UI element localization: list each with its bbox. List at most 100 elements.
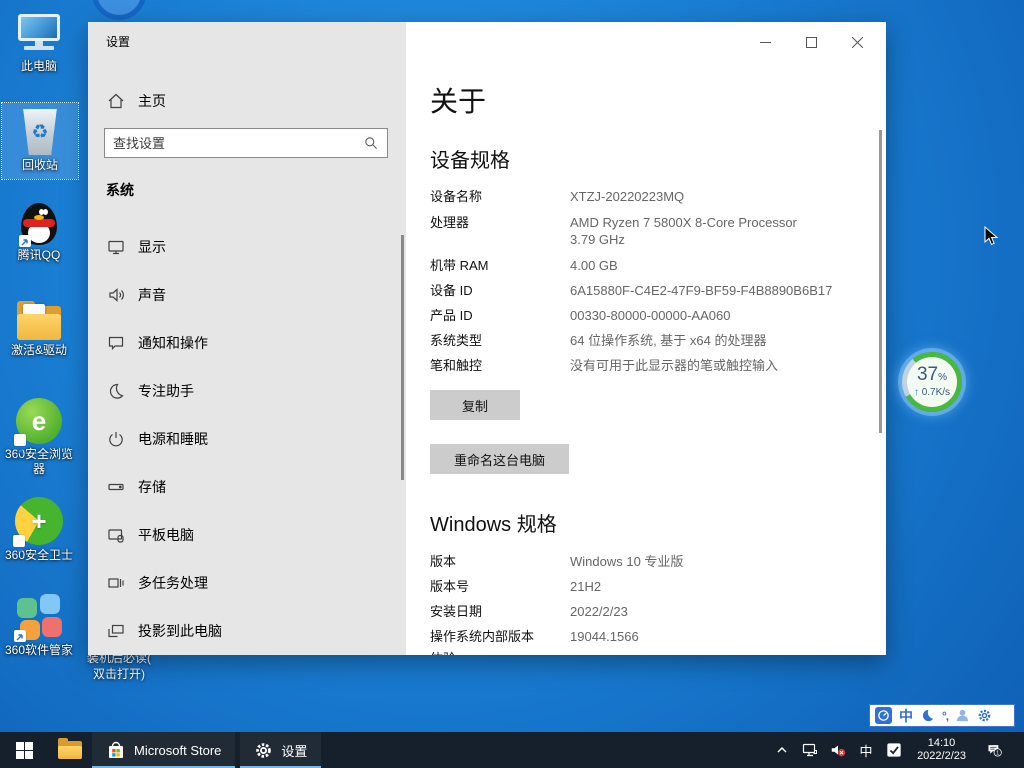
clipped-next-row: 体验 [430, 648, 456, 655]
desktop-icon-this-pc[interactable]: 此电脑 [1, 14, 77, 74]
spec-row-os-build: 操作系统内部版本 19044.1566 [430, 628, 870, 645]
ime-toolbar: 中 °, [869, 704, 1015, 727]
ime-indicator[interactable]: 中 [854, 732, 878, 768]
taskbar: Microsoft Store 设置 中 [0, 732, 1024, 768]
punctuation-mode-icon[interactable]: °, [942, 709, 948, 723]
desktop-icon-label: 回收站 [2, 158, 78, 173]
settings-main-pane: 关于 设备规格 设备名称 XTZJ-20220223MQ 处理器 AMD Ryz… [406, 22, 886, 655]
power-icon [106, 429, 126, 449]
copy-button[interactable]: 复制 [430, 390, 520, 420]
svg-text:1: 1 [996, 750, 999, 756]
spec-row-processor: 处理器 AMD Ryzen 7 5800X 8-Core Processor 3… [430, 214, 870, 248]
main-scrollbar[interactable] [879, 130, 882, 433]
desktop-icon-drivers-folder[interactable]: 激活&驱动 [1, 306, 77, 358]
network-speed: ↑ 0.7K/s [914, 387, 950, 399]
desktop-icon-qq[interactable]: 腾讯QQ [1, 203, 77, 263]
moon-icon [106, 381, 126, 401]
close-button[interactable] [834, 22, 880, 62]
360-speed-ball[interactable]: 37% ↑ 0.7K/s [902, 352, 962, 412]
system-tray: 中 14:10 2022/2/23 1 [770, 732, 1024, 768]
notifications-icon [106, 333, 126, 353]
360-safe-icon: + [15, 497, 63, 545]
sidebar-item-sound[interactable]: 声音 [88, 271, 406, 319]
desktop-icon-label: 360安全浏览器 [1, 447, 77, 477]
spec-row-device-name: 设备名称 XTZJ-20220223MQ [430, 188, 870, 205]
spec-row-version: 版本号 21H2 [430, 578, 870, 595]
sidebar-nav-list: 显示 声音 通知和操作 专注助手 [88, 223, 406, 655]
up-arrow-icon: ↑ [914, 387, 919, 398]
sidebar-item-home[interactable]: 主页 [88, 84, 406, 118]
recycle-bin-icon: ♻ [20, 109, 60, 155]
storage-icon [106, 477, 126, 497]
sidebar-item-storage[interactable]: 存储 [88, 463, 406, 511]
volume-muted-icon[interactable] [826, 732, 850, 768]
sidebar-item-multitasking[interactable]: 多任务处理 [88, 559, 406, 607]
sidebar-item-display[interactable]: 显示 [88, 223, 406, 271]
rename-pc-button[interactable]: 重命名这台电脑 [430, 444, 569, 474]
360-browser-icon: e [16, 398, 62, 444]
desktop-icon-360-safe[interactable]: + 360安全卫士 [1, 497, 77, 563]
file-explorer-button[interactable] [48, 732, 92, 768]
hidden-icons-chevron[interactable] [770, 732, 794, 768]
spec-row-pen-touch: 笔和触控 没有可用于此显示器的笔或触控输入 [430, 357, 870, 374]
moon-night-mode-icon[interactable] [920, 708, 935, 723]
maximize-button[interactable] [788, 22, 834, 62]
sound-icon [106, 285, 126, 305]
tablet-icon [106, 525, 126, 545]
network-icon[interactable] [798, 732, 822, 768]
settings-search-box [104, 128, 388, 158]
search-input[interactable] [105, 136, 363, 151]
tray-date: 2022/2/23 [917, 750, 966, 763]
spec-row-install-date: 安装日期 2022/2/23 [430, 603, 870, 620]
folder-icon [17, 306, 61, 340]
desktop-icon-label: 腾讯QQ [1, 248, 77, 263]
desktop-icon-label: 激活&驱动 [1, 343, 77, 358]
spec-row-device-id: 设备 ID 6A15880F-C4E2-47F9-BF59-F4B8890B6B… [430, 282, 870, 299]
memory-percent: 37% [917, 365, 947, 387]
shortcut-arrow-icon [14, 434, 26, 446]
spec-row-product-id: 产品 ID 00330-80000-00000-AA060 [430, 307, 870, 324]
spec-row-edition: 版本 Windows 10 专业版 [430, 553, 870, 570]
ime-logo-icon[interactable] [875, 707, 892, 724]
spec-row-system-type: 系统类型 64 位操作系统, 基于 x64 的处理器 [430, 332, 870, 349]
sidebar-item-focus-assist[interactable]: 专注助手 [88, 367, 406, 415]
taskbar-clock[interactable]: 14:10 2022/2/23 [910, 737, 973, 763]
sidebar-item-tablet[interactable]: 平板电脑 [88, 511, 406, 559]
multitasking-icon [106, 573, 126, 593]
sidebar-section-header: 系统 [106, 180, 134, 200]
project-icon [106, 621, 126, 641]
minimize-button[interactable] [742, 22, 788, 62]
sidebar-item-power-sleep[interactable]: 电源和睡眠 [88, 415, 406, 463]
sidebar-scrollbar[interactable] [401, 235, 404, 480]
search-icon[interactable] [363, 135, 379, 151]
start-button[interactable] [0, 732, 48, 768]
display-icon [106, 237, 126, 257]
page-title: 关于 [430, 80, 486, 120]
antivirus-check-icon[interactable] [882, 732, 906, 768]
sidebar-item-project[interactable]: 投影到此电脑 [88, 607, 406, 655]
microsoft-store-icon [106, 740, 126, 760]
desktop-icon-360-manager[interactable]: 360软件管家 [1, 594, 77, 658]
shortcut-arrow-icon [14, 630, 26, 642]
shortcut-arrow-icon [13, 535, 25, 547]
taskbar-button-settings[interactable]: 设置 [240, 732, 321, 768]
taskbar-button-microsoft-store[interactable]: Microsoft Store [92, 732, 235, 768]
desktop-icon-label: 此电脑 [1, 59, 77, 74]
ime-mode-indicator[interactable]: 中 [899, 706, 913, 726]
user-icon[interactable] [955, 708, 970, 723]
device-spec-section-title: 设备规格 [430, 144, 510, 173]
desktop-icon-recycle-bin[interactable]: ♻ 回收站 [2, 103, 78, 179]
sidebar-item-notifications[interactable]: 通知和操作 [88, 319, 406, 367]
qq-penguin-icon [21, 203, 57, 245]
hidden-desktop-icon-partial [92, 0, 146, 20]
gear-icon [254, 741, 273, 760]
ime-settings-gear-icon[interactable] [977, 708, 992, 723]
window-title: 设置 [106, 33, 130, 50]
desktop-icon-360-browser[interactable]: e 360安全浏览器 [1, 398, 77, 477]
window-controls [742, 22, 880, 62]
settings-sidebar: 设置 主页 系统 显示 [88, 22, 406, 655]
desktop-icon-label: 360软件管家 [1, 643, 77, 658]
windows-logo-icon [16, 742, 33, 759]
folder-icon [58, 741, 82, 759]
action-center-button[interactable]: 1 [977, 732, 1011, 768]
